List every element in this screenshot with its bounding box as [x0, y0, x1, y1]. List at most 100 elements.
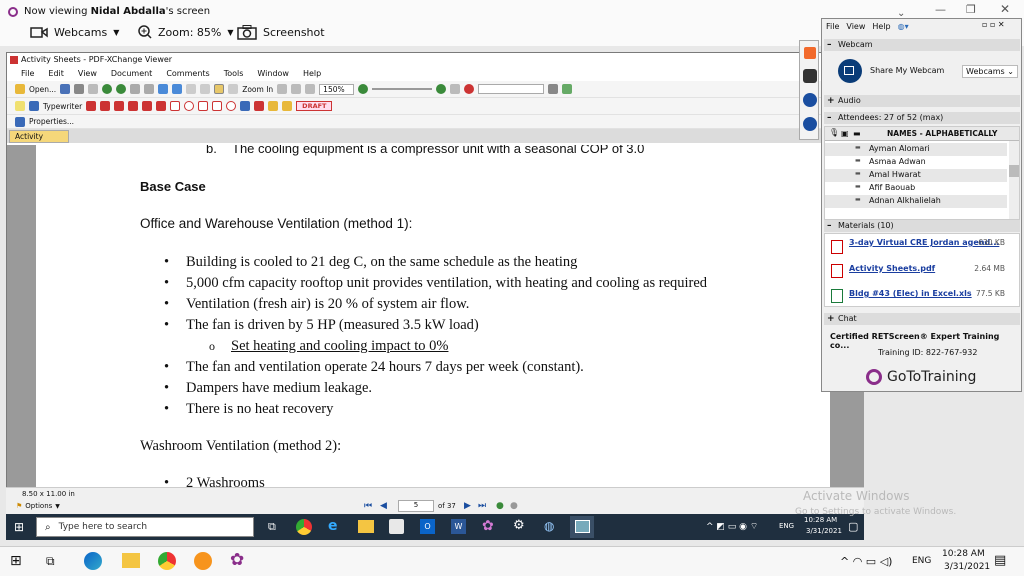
undo-icon[interactable]: [130, 84, 141, 94]
zoom-in-button[interactable]: Zoom In: [242, 85, 273, 94]
tray-icons[interactable]: ^ ◩ ▭ ◉ ⌔: [706, 521, 758, 532]
find-icon[interactable]: [547, 84, 558, 94]
chrome-icon[interactable]: [296, 519, 312, 535]
save-icon[interactable]: [60, 84, 71, 94]
actual-size-icon[interactable]: [305, 84, 316, 94]
stamp-icon[interactable]: [282, 101, 293, 111]
attendees-scrollbar[interactable]: [1009, 141, 1019, 219]
rotate-icon[interactable]: [172, 84, 183, 94]
next-page-icon[interactable]: ▶: [464, 501, 471, 511]
minimize-icon[interactable]: —: [935, 3, 946, 16]
webcam-section-header[interactable]: Webcam: [824, 39, 1020, 51]
active-app-icon[interactable]: [570, 516, 594, 538]
find-input[interactable]: [477, 84, 544, 94]
raise-hand-icon[interactable]: [803, 117, 817, 131]
open-button[interactable]: Open...: [29, 85, 56, 94]
host-tray-icons[interactable]: ^ ◠ ▭ ◁): [840, 555, 892, 568]
attendee-row[interactable]: Asmaa Adwan ▬: [825, 156, 1007, 169]
zoom-in-icon[interactable]: [435, 84, 446, 94]
menu-view[interactable]: View: [78, 67, 97, 81]
last-page-icon[interactable]: ⏭: [478, 501, 486, 511]
callout-icon[interactable]: [86, 101, 97, 111]
fit-width-icon[interactable]: [291, 84, 302, 94]
restore-icon[interactable]: ❐: [966, 3, 976, 16]
edge-icon[interactable]: e: [328, 518, 338, 534]
share-webcam-label[interactable]: Share My Webcam: [870, 66, 944, 75]
remote-language[interactable]: ENG: [779, 522, 794, 530]
remote-time[interactable]: 10:28 AM: [804, 516, 837, 524]
polyline-icon[interactable]: [226, 101, 237, 111]
material-link[interactable]: Activity Sheets.pdf: [849, 264, 935, 273]
zoom-out-icon[interactable]: [357, 84, 368, 94]
word-icon[interactable]: W: [451, 519, 466, 534]
typewriter-button[interactable]: Typewriter: [43, 102, 82, 111]
settings-icon[interactable]: ⚙: [513, 518, 525, 533]
zoom-button[interactable]: Zoom: 85% ▼: [138, 22, 234, 42]
redo-icon[interactable]: [144, 84, 155, 94]
snapshot-icon[interactable]: [214, 84, 225, 94]
options-button[interactable]: ⚑ Options ▼: [16, 502, 60, 510]
windows-start-icon[interactable]: ⊞: [14, 520, 24, 534]
menu-document[interactable]: Document: [111, 67, 152, 81]
strikeout-icon[interactable]: [128, 101, 139, 111]
material-link[interactable]: 3-day Virtual CRE Jordan agend...: [849, 238, 999, 247]
webcams-button[interactable]: Webcams ▼: [30, 22, 119, 42]
page-number-input[interactable]: 5: [398, 500, 434, 512]
back-icon[interactable]: [102, 84, 113, 94]
pin-icon[interactable]: [240, 101, 251, 111]
menu-window[interactable]: Window: [257, 67, 289, 81]
screenshot-button[interactable]: Screenshot: [237, 22, 325, 42]
store-icon[interactable]: [389, 519, 404, 534]
attendee-row[interactable]: Amal Hwarat ▬: [825, 169, 1007, 182]
oval-icon[interactable]: [184, 101, 195, 111]
search-icon[interactable]: [561, 84, 572, 94]
cloud-icon[interactable]: [212, 101, 223, 111]
attendee-row[interactable]: Ayman Alomari ▬: [825, 143, 1007, 156]
host-time[interactable]: 10:28 AM: [942, 549, 985, 559]
textbox-icon[interactable]: [100, 101, 111, 111]
properties-button[interactable]: Properties...: [29, 117, 74, 126]
app-icon[interactable]: [194, 552, 212, 570]
attendee-row[interactable]: Adnan Alkhalielah ▬: [825, 195, 1007, 208]
pencil-icon[interactable]: [254, 101, 265, 111]
first-page-icon[interactable]: ⏮: [364, 501, 372, 511]
gototraining-taskbar-icon[interactable]: ✿: [482, 518, 494, 534]
remote-search-box[interactable]: ⌕ Type here to search: [36, 517, 254, 537]
email-icon[interactable]: [88, 84, 99, 94]
gototraining-taskbar-icon[interactable]: ✿: [230, 550, 244, 570]
menu-edit[interactable]: Edit: [48, 67, 64, 81]
eraser-icon[interactable]: [268, 101, 279, 111]
notification-icon[interactable]: ▢: [848, 520, 858, 533]
prev-page-icon[interactable]: ◀: [380, 501, 387, 511]
task-view-icon[interactable]: ⧉: [46, 554, 55, 569]
forward-nav-icon[interactable]: ●: [510, 501, 518, 511]
file-explorer-icon[interactable]: [122, 553, 140, 568]
link-icon[interactable]: [449, 84, 460, 94]
attendees-section-header[interactable]: Attendees: 27 of 52 (max): [824, 112, 1020, 124]
close-icon[interactable]: ✕: [1000, 2, 1010, 16]
panel-menu-file[interactable]: File: [826, 22, 839, 31]
stop-icon[interactable]: [463, 84, 474, 94]
line-icon[interactable]: [156, 101, 167, 111]
webcam-icon[interactable]: [803, 69, 817, 83]
polygon-icon[interactable]: [198, 101, 209, 111]
task-view-icon[interactable]: ⧉: [268, 520, 276, 534]
back-nav-icon[interactable]: ●: [496, 501, 504, 511]
tab-activity-sheets[interactable]: Activity Sheets: [9, 130, 69, 153]
note-icon[interactable]: [15, 101, 25, 111]
rectangle-icon[interactable]: [170, 101, 181, 111]
panel-webcams-dropdown[interactable]: Webcams ⌄: [962, 65, 1018, 78]
host-language[interactable]: ENG: [912, 556, 931, 566]
draft-stamp-button[interactable]: DRAFT: [296, 101, 333, 111]
audio-section-header[interactable]: Audio: [824, 95, 1020, 107]
zoom-slider[interactable]: [371, 88, 432, 90]
host-date[interactable]: 3/31/2021: [944, 562, 990, 572]
globe-icon[interactable]: ◍: [544, 519, 554, 533]
zoom-select[interactable]: 150%: [319, 83, 354, 95]
highlight-icon[interactable]: [114, 101, 125, 111]
names-column-header[interactable]: NAMES - ALPHABETICALLY: [887, 129, 997, 138]
edge-icon[interactable]: [84, 552, 102, 570]
file-explorer-icon[interactable]: [358, 520, 374, 533]
select-icon[interactable]: [200, 84, 211, 94]
arrow-icon[interactable]: [804, 47, 816, 59]
